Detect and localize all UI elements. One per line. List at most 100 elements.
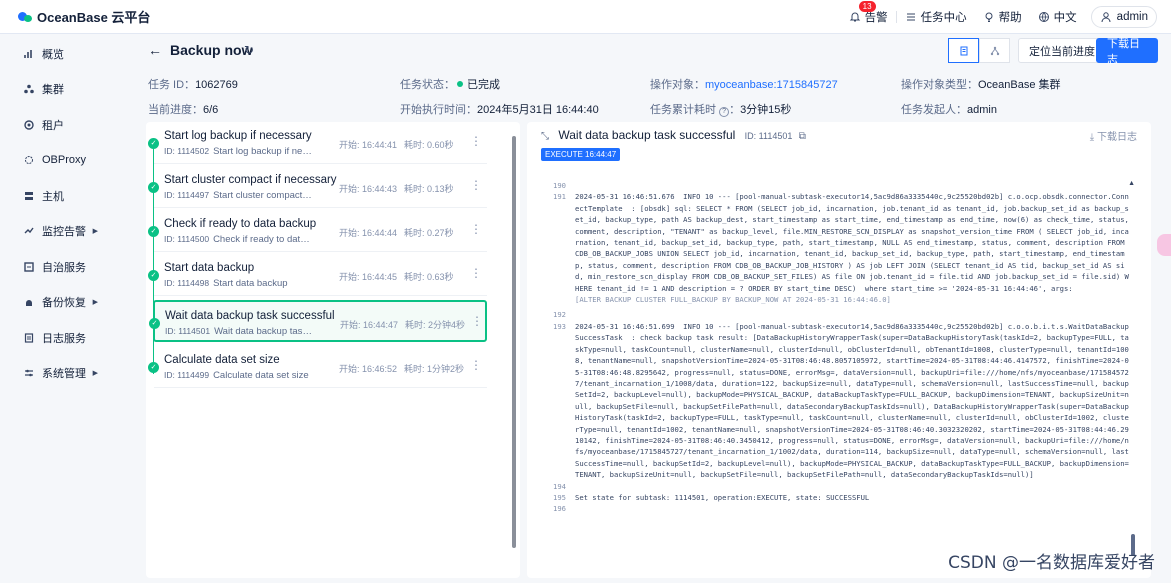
sidebar-item-system[interactable]: 系统管理 ▶ — [0, 356, 130, 392]
log-content[interactable]: 190 191 2024-05-31 16:46:51.676 INFO 10 -… — [553, 180, 1129, 515]
help-circle-icon[interactable]: ? — [719, 107, 730, 117]
locate-progress-button[interactable]: 定位当前进度 — [1018, 38, 1106, 63]
meta-progress: 当前进度：6/6 — [148, 101, 218, 117]
line-text: 2024-05-31 16:46:51.676 INFO 10 --- [poo… — [575, 192, 1134, 293]
target-link[interactable]: myoceanbase:1715845727 — [705, 79, 838, 91]
list-view-toggle[interactable] — [948, 38, 979, 63]
scroll-up-icon[interactable]: ▲ — [1128, 180, 1135, 187]
user-name: admin — [1116, 11, 1148, 23]
log-line: 193 2024-05-31 16:46:51.699 INFO 10 --- [… — [553, 321, 1129, 481]
subtask-item[interactable]: ✓ Start cluster compact if necessary ID:… — [148, 166, 487, 208]
app-logo[interactable]: OceanBase 云平台 — [18, 7, 150, 26]
subtask-name: Calculate data set size — [164, 354, 280, 366]
subtask-id: ID: 1114499 — [164, 370, 210, 380]
meta-initiator: 任务发起人：admin — [901, 101, 997, 117]
sidebar-item-backup-restore[interactable]: 备份恢复 ▶ — [0, 285, 130, 321]
line-number: 194 — [553, 481, 566, 491]
status-dot-icon — [457, 81, 463, 87]
sidebar-item-tenant[interactable]: 租户 — [0, 107, 130, 143]
task-center-button[interactable]: 任务中心 — [897, 9, 975, 25]
collapse-icon[interactable]: ⤡ — [541, 131, 549, 142]
check-circle-icon: ✓ — [148, 138, 159, 149]
back-arrow-icon[interactable]: ← — [148, 42, 162, 58]
subtask-item[interactable]: ✓ Start data backup ID: 1114498 Start dat… — [148, 254, 487, 296]
subtask-id: ID: 1114502 — [164, 146, 210, 156]
copy-icon[interactable]: ⧉ — [799, 131, 806, 142]
help-label: 帮助 — [998, 12, 1022, 24]
floating-assistant-tab[interactable] — [1157, 234, 1171, 256]
lightbulb-icon — [985, 12, 993, 22]
more-vertical-icon[interactable]: ⋮ — [470, 178, 482, 192]
execute-tag: EXECUTE 16:44:47 — [541, 148, 621, 161]
subtask-desc: ID: 1114499 Calculate data set size — [164, 370, 314, 381]
flow-view-toggle[interactable] — [979, 38, 1010, 63]
refresh-icon[interactable]: ↻ — [244, 43, 254, 57]
sidebar-item-autonomy[interactable]: 自治服务 — [0, 249, 130, 285]
caret-right-icon: ▶ — [92, 299, 98, 307]
log-line: [ALTER BACKUP CLUSTER FULL_BACKUP BY BAC… — [553, 294, 1129, 305]
sidebar-item-obproxy[interactable]: OBProxy — [0, 143, 130, 179]
list-view-icon — [960, 46, 967, 55]
user-icon — [1101, 12, 1111, 23]
line-number: 196 — [553, 504, 566, 514]
sidebar-item-monitoring[interactable]: 监控告警 ▶ — [0, 214, 130, 250]
meta-start-time: 开始执行时间：2024年5月31日 16:44:40 — [400, 101, 599, 117]
alerts-button[interactable]: 告警 13 — [841, 1, 896, 25]
task-list-scrollbar[interactable] — [512, 136, 516, 548]
subtask-item-selected[interactable]: ✓ Wait data backup task successful ID: 1… — [149, 300, 487, 342]
subtask-duration: 耗时: 2分钟4秒 — [405, 320, 466, 330]
sidebar-item-cluster[interactable]: 集群 — [0, 72, 130, 108]
subtask-desc-text: Start log backup if nec... — [213, 146, 314, 157]
initiator-value: admin — [967, 104, 997, 116]
more-vertical-icon[interactable]: ⋮ — [470, 358, 482, 372]
subtask-item[interactable]: ✓ Calculate data set size ID: 1114499 Cal… — [148, 346, 487, 388]
log-line: 190 — [553, 180, 1129, 191]
subtask-desc-text: Calculate data set size — [213, 370, 309, 381]
sidebar-item-label: 自治服务 — [42, 261, 86, 274]
meta-label: 开始执行时间： — [400, 104, 477, 116]
log-download-label: 下载日志 — [1097, 132, 1137, 143]
check-circle-icon: ✓ — [148, 362, 159, 373]
sidebar-item-label: 租户 — [42, 119, 64, 132]
top-actions: 告警 13 任务中心 帮助 中文 admin — [841, 0, 1157, 34]
language-button[interactable]: 中文 — [1030, 9, 1085, 25]
flow-view-icon — [990, 46, 999, 55]
more-vertical-icon[interactable]: ⋮ — [470, 266, 482, 280]
download-log-button[interactable]: 下载日志 — [1096, 38, 1158, 66]
subtask-desc: ID: 1114501 Wait data backup task ... — [165, 326, 315, 337]
language-label: 中文 — [1053, 12, 1077, 24]
sidebar: 概览 集群 租户 OBProxy 主机 监控告警 ▶ 自治服务 备份恢复 ▶ 日… — [0, 35, 130, 583]
line-text: Set state for subtask: 1114501, operatio… — [575, 492, 870, 502]
sidebar-item-label: 概览 — [42, 48, 64, 61]
help-button[interactable]: 帮助 — [975, 9, 1030, 25]
more-vertical-icon[interactable]: ⋮ — [470, 222, 482, 236]
sidebar-item-log-service[interactable]: 日志服务 — [0, 320, 130, 356]
elapsed-value: 3分钟15秒 — [740, 104, 792, 116]
meta-label: 任务 ID： — [148, 79, 196, 91]
globe-icon — [1038, 12, 1049, 22]
line-number: 193 — [553, 321, 566, 331]
sidebar-item-label: 系统管理 — [42, 368, 86, 381]
meta-target: 操作对象：myoceanbase:1715845727 — [650, 76, 838, 92]
caret-right-icon: ▶ — [92, 370, 98, 378]
line-number: 190 — [553, 181, 566, 190]
sidebar-item-label: 监控告警 — [42, 226, 86, 239]
meta-label: 任务累计耗时 — [650, 104, 716, 116]
meta-label: 任务发起人： — [901, 104, 967, 116]
meta-elapsed: 任务累计耗时 ? ：3分钟15秒 — [650, 104, 792, 117]
log-download-link[interactable]: ⤓ 下载日志 — [1090, 128, 1137, 143]
sidebar-item-host[interactable]: 主机 — [0, 178, 130, 214]
sidebar-item-overview[interactable]: 概览 — [0, 36, 130, 72]
subtask-name: Start log backup if necessary — [164, 130, 312, 142]
subtask-item[interactable]: ✓ Check if ready to data backup ID: 1114… — [148, 210, 487, 252]
bar-chart-icon — [24, 49, 32, 58]
user-menu[interactable]: admin — [1090, 6, 1157, 28]
subtask-desc: ID: 1114497 Start cluster compact if ... — [164, 190, 314, 201]
line-number: 191 — [553, 192, 566, 202]
subtask-start: 开始: 16:46:52 — [339, 364, 398, 374]
line-text — [575, 503, 1129, 514]
more-vertical-icon[interactable]: ⋮ — [470, 134, 482, 148]
subtask-item[interactable]: ✓ Start log backup if necessary ID: 1114… — [148, 122, 487, 164]
autonomy-icon — [24, 262, 34, 272]
more-vertical-icon[interactable]: ⋮ — [471, 314, 483, 328]
